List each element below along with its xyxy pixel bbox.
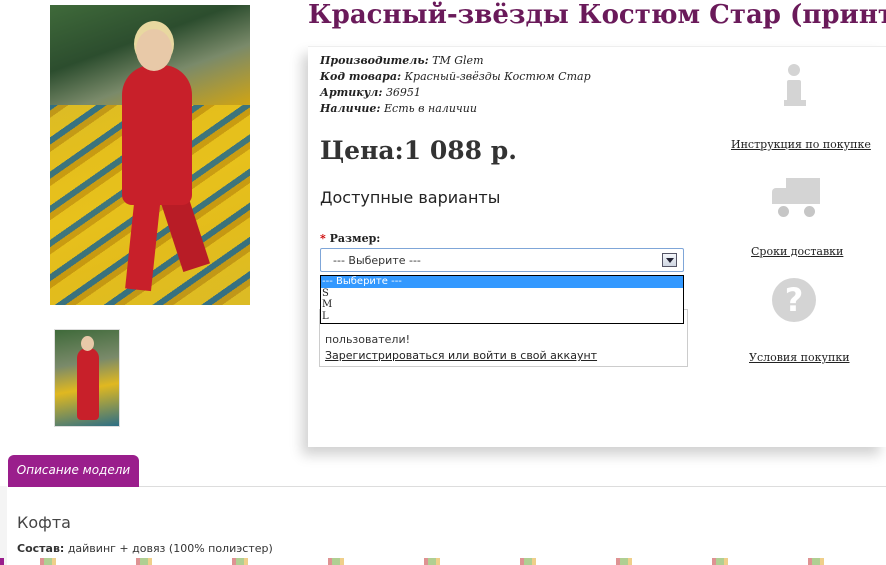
question-icon: ? [772, 278, 816, 322]
size-select[interactable]: --- Выберите --- [320, 248, 684, 272]
register-login-link[interactable]: Зарегистрироваться или войти в свой акка… [325, 349, 597, 362]
model-head [136, 29, 172, 71]
model-figure [77, 348, 99, 420]
truck-icon [772, 178, 820, 219]
meta-article: Артикул: 36951 [320, 86, 421, 99]
product-main-image[interactable] [50, 5, 250, 305]
composition-label: Состав: [17, 542, 65, 555]
delivery-link[interactable]: Сроки доставки [751, 245, 843, 258]
section-heading: Кофта [17, 513, 71, 532]
tab-divider [8, 486, 886, 487]
product-thumbnail[interactable] [54, 329, 120, 427]
required-mark: * [320, 232, 326, 245]
size-option-l[interactable]: L [321, 311, 683, 323]
login-notice-text: пользователи! [325, 333, 411, 346]
instruction-link[interactable]: Инструкция по покупке [731, 138, 871, 151]
variants-heading: Доступные варианты [320, 188, 501, 207]
tab-description[interactable]: Описание модели [8, 455, 139, 487]
product-price: Цена:1 088 р. [320, 136, 517, 165]
size-label: * Размер: [320, 232, 380, 245]
dropdown-arrow-icon[interactable] [662, 253, 677, 267]
meta-product-code: Код товара: Красный-звёзды Костюм Стар [320, 70, 591, 83]
model-head [81, 336, 94, 351]
composition-text: Состав: дайвинг + довяз (100% полиэстер) [17, 542, 273, 555]
size-option-placeholder[interactable]: --- Выберите --- [321, 276, 683, 288]
meta-manufacturer: Производитель: ТМ Glem [320, 54, 484, 67]
size-option-m[interactable]: M [321, 299, 683, 311]
meta-availability: Наличие: Есть в наличии [320, 102, 477, 115]
terms-link[interactable]: Условия покупки [749, 351, 850, 364]
product-meta: Производитель: ТМ Glem Код товара: Красн… [320, 53, 591, 117]
size-dropdown-list: --- Выберите --- S M L [320, 275, 684, 324]
size-label-text: Размер: [329, 232, 381, 245]
size-option-s[interactable]: S [321, 288, 683, 300]
decorative-border [0, 558, 886, 565]
left-edge-strip [0, 486, 7, 565]
model-figure [122, 65, 192, 205]
info-icon [784, 64, 806, 108]
product-title: Красный-звёзды Костюм Стар (принт) [308, 0, 886, 30]
composition-value: дайвинг + довяз (100% полиэстер) [67, 542, 273, 555]
size-select-value: --- Выберите --- [333, 254, 421, 267]
